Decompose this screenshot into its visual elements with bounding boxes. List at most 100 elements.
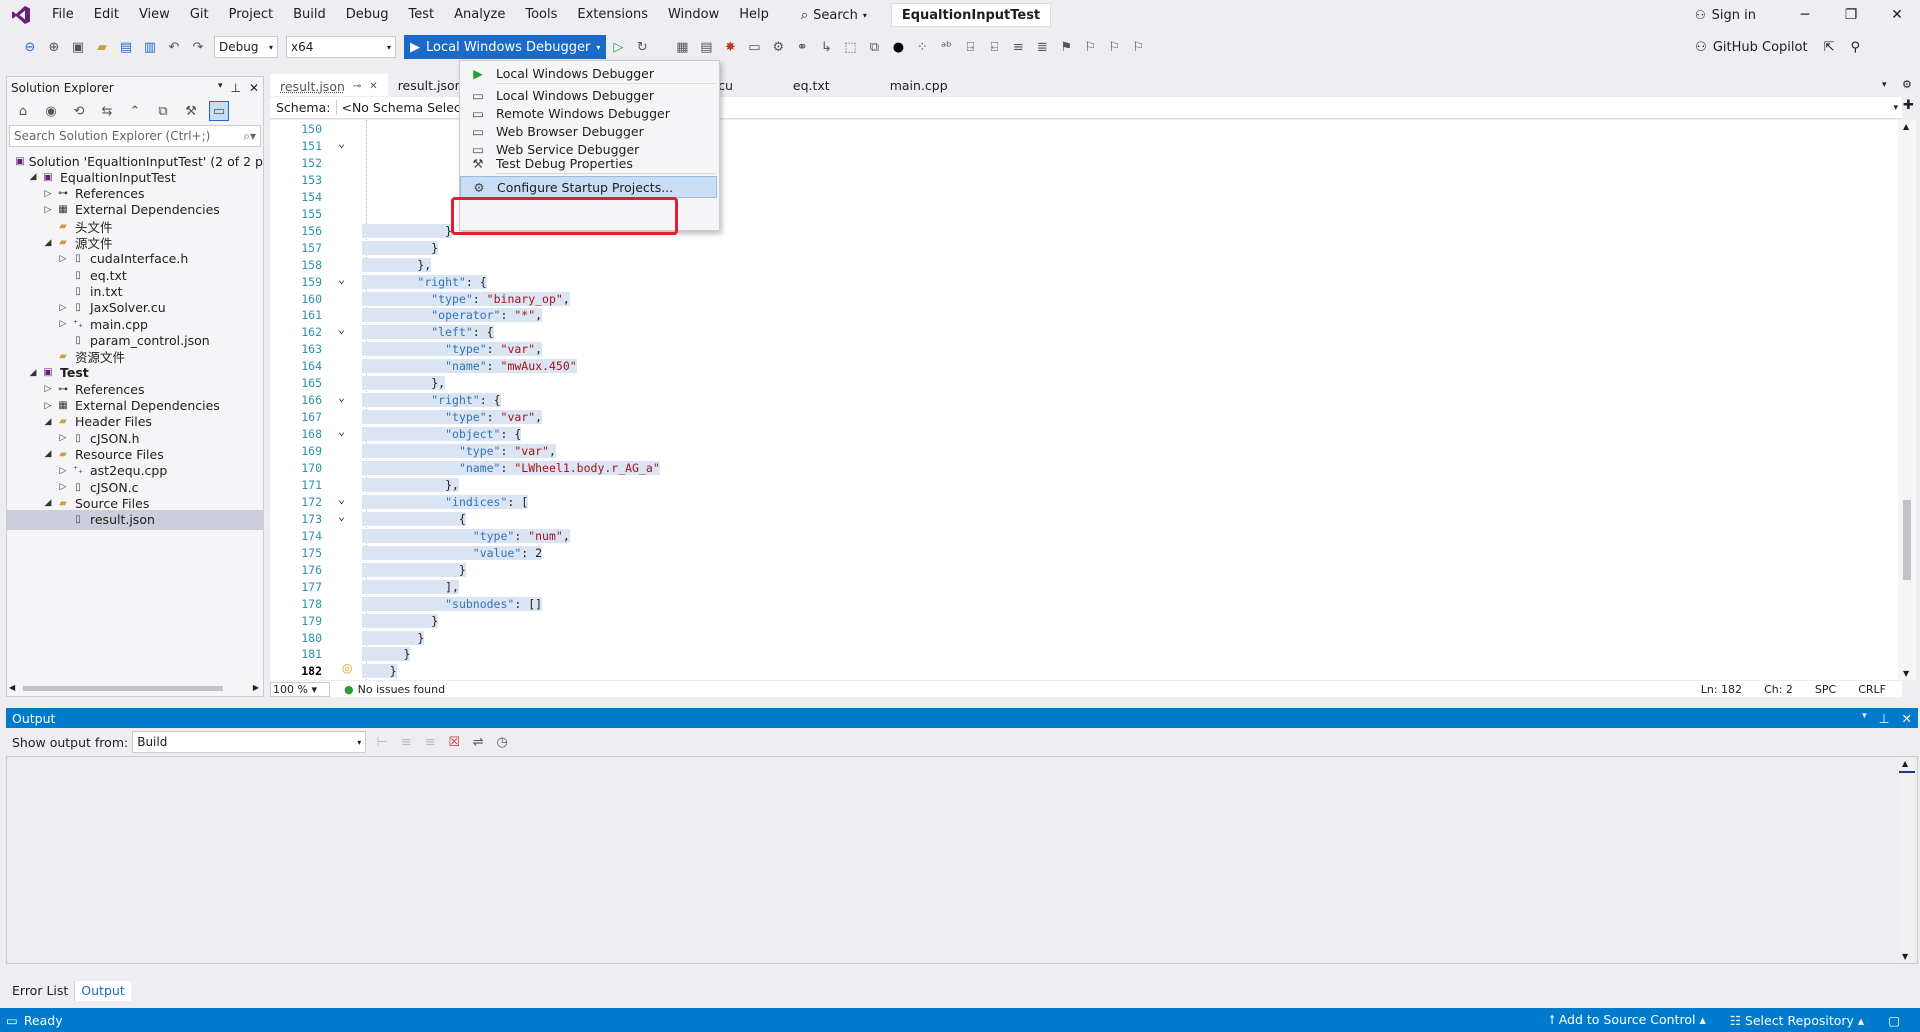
github-copilot-button[interactable]: ⚇ GitHub Copilot ⇱ ⚲ <box>1695 30 1860 64</box>
refresh-icon[interactable]: ↻ <box>632 37 652 57</box>
menu-git[interactable]: Git <box>180 0 219 30</box>
tab-main-cpp[interactable]: main.cpp <box>880 74 958 96</box>
indent-icon[interactable]: ≡ <box>1008 37 1028 57</box>
expand-toggle-icon[interactable]: ▷ <box>56 303 70 313</box>
vertical-scrollbar[interactable]: ▲ ▼ <box>1898 120 1916 680</box>
menu-window[interactable]: Window <box>658 0 729 30</box>
bottom-tab-error-list[interactable]: Error List <box>6 981 74 1001</box>
expand-toggle-icon[interactable]: ▷ <box>56 466 70 476</box>
menu-analyze[interactable]: Analyze <box>444 0 515 30</box>
menu-test[interactable]: Test <box>399 0 445 30</box>
menu-tools[interactable]: Tools <box>515 0 567 30</box>
menu-extensions[interactable]: Extensions <box>567 0 658 30</box>
bookmark-icon[interactable]: ⚑ <box>1056 37 1076 57</box>
expand-toggle-icon[interactable]: ▷ <box>56 482 70 492</box>
output-scrollbar[interactable]: ▲ ▼ <box>1899 757 1915 963</box>
fold-toggle-icon[interactable]: ⌄ <box>338 492 345 506</box>
minimize-button[interactable]: ─ <box>1782 7 1828 23</box>
dropdown-item-configure-startup-projects[interactable]: ⚙ Configure Startup Projects... <box>460 176 717 198</box>
expand-toggle-icon[interactable]: ▷ <box>56 433 70 443</box>
menu-help[interactable]: Help <box>729 0 779 30</box>
expand-toggle-icon[interactable]: ◢ <box>41 498 55 508</box>
zoom-select[interactable]: 100 % ▾ <box>270 681 330 697</box>
repository-button[interactable]: ☷ Select Repository ▴ <box>1730 1013 1864 1028</box>
spell-icon[interactable]: ᵃᵇ <box>936 37 956 57</box>
show-all-files-icon[interactable]: ⧉ <box>153 101 173 121</box>
next-message-icon[interactable]: ≡ <box>420 732 440 752</box>
tab-eq-txt[interactable]: eq.txt <box>783 74 840 96</box>
fold-toggle-icon[interactable]: ⌄ <box>338 322 345 336</box>
feedback-icon[interactable]: ⚲ <box>1850 40 1860 55</box>
whitespace-status[interactable]: SPC <box>1815 683 1836 696</box>
expand-toggle-icon[interactable]: ▷ <box>56 319 70 329</box>
timestamp-icon[interactable]: ◷ <box>492 732 512 752</box>
expand-toggle-icon[interactable]: ▷ <box>41 401 55 411</box>
comment-icon[interactable]: ⍈ <box>960 37 980 57</box>
close-tab-icon[interactable]: ✕ <box>369 81 377 92</box>
lightbulb-icon[interactable]: ◎ <box>342 661 352 675</box>
next-bookmark-icon[interactable]: ⚐ <box>1104 37 1124 57</box>
new-project-icon[interactable]: ▣ <box>68 37 88 57</box>
solution-search-input[interactable]: Search Solution Explorer (Ctrl+;) ⌕▾ <box>9 125 261 147</box>
close-icon[interactable]: ✕ <box>249 81 259 95</box>
dropdown-item-test-debug-properties[interactable]: ⚒ Test Debug Properties <box>460 156 719 172</box>
sync-icon[interactable]: ⇆ <box>97 101 117 121</box>
sign-in-button[interactable]: Sign in <box>1712 8 1756 23</box>
expand-toggle-icon[interactable]: ◢ <box>41 238 55 248</box>
share-icon[interactable]: ⇱ <box>1824 40 1835 55</box>
history-icon[interactable]: ⟲ <box>69 101 89 121</box>
tab-result-json[interactable]: result.json ⊸ ✕ <box>270 74 388 96</box>
fold-toggle-icon[interactable]: ⌄ <box>338 424 345 438</box>
output-text-area[interactable]: ▲ ▼ <box>6 756 1918 964</box>
step-icon[interactable]: ↳ <box>816 37 836 57</box>
menu-build[interactable]: Build <box>283 0 336 30</box>
fold-toggle-icon[interactable]: ⌄ <box>338 136 345 150</box>
prev-bookmark-icon[interactable]: ⚐ <box>1080 37 1100 57</box>
issues-status[interactable]: No issues found <box>358 683 445 696</box>
restore-button[interactable]: ❐ <box>1828 7 1874 23</box>
forward-icon[interactable]: ⊕ <box>44 37 64 57</box>
fold-toggle-icon[interactable]: ⌄ <box>338 509 345 523</box>
link-icon[interactable]: ⚭ <box>792 37 812 57</box>
save-icon[interactable]: ▤ <box>116 37 136 57</box>
switch-view-icon[interactable]: ◉ <box>41 101 61 121</box>
expand-toggle-icon[interactable]: ◢ <box>41 449 55 459</box>
expand-toggle-icon[interactable]: ▷ <box>56 254 70 264</box>
platform-select[interactable]: x64 ▾ <box>286 36 396 58</box>
layout-icon[interactable]: ▤ <box>696 37 716 57</box>
copy-icon[interactable]: ⧉ <box>864 37 884 57</box>
window-icon[interactable]: ▭ <box>744 37 764 57</box>
fold-toggle-icon[interactable]: ⌄ <box>338 390 345 404</box>
pin-icon[interactable]: ⊥ <box>1879 711 1890 726</box>
menu-project[interactable]: Project <box>219 0 283 30</box>
word-wrap-icon[interactable]: ⇌ <box>468 732 488 752</box>
close-window-button[interactable]: ✕ <box>1874 7 1920 23</box>
find-message-icon[interactable]: ⊢ <box>372 732 392 752</box>
expand-toggle-icon[interactable]: ◢ <box>26 172 40 182</box>
tab-overflow-icon[interactable]: ▾ <box>1882 80 1887 90</box>
fold-toggle-icon[interactable]: ⌄ <box>338 272 345 286</box>
start-debugger-button[interactable]: ▶ Local Windows Debugger ▾ <box>404 35 607 59</box>
line-ending-status[interactable]: CRLF <box>1858 683 1886 696</box>
back-icon[interactable]: ⊖ <box>20 37 40 57</box>
close-icon[interactable]: ✕ <box>1902 711 1912 726</box>
expand-toggle-icon[interactable]: ▷ <box>41 205 55 215</box>
menu-debug[interactable]: Debug <box>336 0 399 30</box>
clear-bookmark-icon[interactable]: ⚐ <box>1128 37 1148 57</box>
home-icon[interactable]: ⌂ <box>13 101 33 121</box>
uncomment-icon[interactable]: ⍇ <box>984 37 1004 57</box>
prev-message-icon[interactable]: ≡ <box>396 732 416 752</box>
expand-toggle-icon[interactable]: ◢ <box>26 368 40 378</box>
output-source-select[interactable]: Build ▾ <box>132 731 367 753</box>
settings-icon[interactable]: ⚙ <box>1902 78 1912 91</box>
browse-icon[interactable]: ▦ <box>672 37 692 57</box>
undo-icon[interactable]: ↶ <box>164 37 184 57</box>
chevron-down-icon[interactable]: ▾ <box>1893 103 1898 113</box>
clear-all-icon[interactable]: ☒ <box>444 732 464 752</box>
redo-icon[interactable]: ↷ <box>188 37 208 57</box>
pin-icon[interactable]: ⊥ <box>230 81 240 95</box>
collapse-all-icon[interactable]: ⌃ <box>125 101 145 121</box>
horizontal-scrollbar[interactable]: ◀ ▶ <box>9 682 261 694</box>
search-box[interactable]: ⌕ Search ▾ <box>791 8 877 23</box>
chevron-down-icon[interactable]: ▾ <box>218 81 223 95</box>
